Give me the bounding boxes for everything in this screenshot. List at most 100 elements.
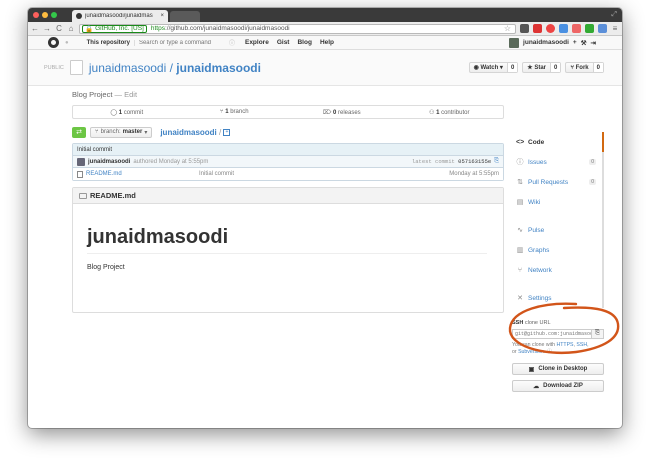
latest-commit-message[interactable]: Initial commit xyxy=(73,144,503,156)
search-input[interactable] xyxy=(138,39,225,46)
sidebar-item-label: Pull Requests xyxy=(528,178,569,186)
tab-close-icon[interactable]: × xyxy=(160,13,164,19)
fork-count[interactable]: 0 xyxy=(592,63,603,72)
nav-help[interactable]: Help xyxy=(320,39,334,46)
sidebar-item-pull-requests[interactable]: ⇅ Pull Requests 0 xyxy=(512,172,602,192)
github-logo-icon[interactable] xyxy=(48,37,59,48)
subversion-link[interactable]: Subversion xyxy=(518,349,544,355)
sidebar-item-network[interactable]: ⑂ Network xyxy=(512,260,602,280)
new-tab-button[interactable] xyxy=(170,11,200,22)
table-row[interactable]: README.md Initial commit Monday at 5:55p… xyxy=(73,168,503,180)
file-name[interactable]: README.md xyxy=(86,171,196,177)
browser-tab[interactable]: junaidmasoodi/junaidmas × xyxy=(72,10,168,22)
issue-icon: ⓘ xyxy=(516,159,524,166)
copy-clipboard-icon[interactable]: ⎘ xyxy=(592,329,604,339)
fork-button[interactable]: ⑂ Fork 0 xyxy=(565,62,604,73)
sidebar-item-graphs[interactable]: ▥ Graphs xyxy=(512,240,602,260)
branches-stat[interactable]: ⑂ 1 branch xyxy=(181,109,289,115)
watch-button[interactable]: ◉ Watch ▾ 0 xyxy=(468,62,519,73)
back-arrow-icon[interactable]: ← xyxy=(31,24,39,33)
breadcrumb-root[interactable]: junaidmasoodi xyxy=(160,128,216,137)
nav-blog[interactable]: Blog xyxy=(297,39,311,46)
code-icon: <> xyxy=(516,138,525,146)
reload-icon[interactable]: C xyxy=(55,24,63,33)
fork-label: Fork xyxy=(575,64,589,71)
bookmark-star-icon[interactable]: ☆ xyxy=(504,24,511,33)
tools-icon[interactable]: ⚒ xyxy=(581,39,587,47)
repo-name-link[interactable]: junaidmasoodi xyxy=(176,61,261,75)
extension-green-icon[interactable] xyxy=(585,24,594,33)
branch-selector[interactable]: ⑂ branch: master ▾ xyxy=(90,126,153,138)
nav-gist[interactable]: Gist xyxy=(277,39,290,46)
sha-value[interactable]: 057163155e xyxy=(458,158,491,165)
clone-url-input[interactable] xyxy=(512,329,592,339)
desktop-icon: ▣ xyxy=(528,366,535,373)
close-window-icon[interactable] xyxy=(33,12,39,18)
fullscreen-icon[interactable]: ⤢ xyxy=(611,11,617,19)
file-commit-message[interactable]: Initial commit xyxy=(199,171,446,177)
avatar[interactable] xyxy=(509,37,520,48)
commit-author[interactable]: junaidmasoodi xyxy=(88,159,130,165)
clone-in-desktop-button[interactable]: ▣ Clone in Desktop xyxy=(512,363,604,375)
username[interactable]: junaidmasoodi xyxy=(523,39,569,46)
star-count[interactable]: 0 xyxy=(550,63,561,72)
help-icon[interactable]: ⓘ xyxy=(547,349,552,355)
ssh-label[interactable]: SSH xyxy=(512,320,523,326)
repo-description: Blog Project — Edit xyxy=(72,90,504,102)
extension-mic-icon[interactable] xyxy=(559,24,568,33)
ssh-link[interactable]: SSH xyxy=(576,342,587,348)
sign-out-icon[interactable]: ⇥ xyxy=(591,39,596,47)
readme-title: README.md xyxy=(90,191,136,200)
edit-description-link[interactable]: — Edit xyxy=(115,90,138,99)
repo-content: Blog Project — Edit ◯ 1 commit ⑂ 1 branc… xyxy=(72,88,504,313)
repo-header: PUBLIC junaidmasoodi / junaidmasoodi ◉ W… xyxy=(28,50,622,86)
repo-actions: ◉ Watch ▾ 0 ★ Star 0 ⑂ Fork 0 xyxy=(468,62,604,73)
readme-paragraph: Blog Project xyxy=(87,264,125,271)
download-zip-label: Download ZIP xyxy=(543,383,583,389)
clone-note-comma: , xyxy=(587,342,589,348)
watch-count[interactable]: 0 xyxy=(506,63,518,72)
compare-button[interactable]: ⇄ xyxy=(72,126,86,138)
sha-label: latest commit xyxy=(411,158,455,165)
menu-icon[interactable]: ≡ xyxy=(611,24,619,33)
zoom-window-icon[interactable] xyxy=(51,12,57,18)
star-button[interactable]: ★ Star 0 xyxy=(522,62,562,73)
window-controls xyxy=(33,12,57,18)
sidebar-item-issues[interactable]: ⓘ Issues 0 xyxy=(512,152,602,172)
download-zip-button[interactable]: ☁ Download ZIP xyxy=(512,380,604,392)
releases-stat[interactable]: ⌦ 0 releases xyxy=(288,109,396,116)
clone-note-prefix: You can clone with xyxy=(512,342,557,348)
home-icon[interactable]: ⌂ xyxy=(67,24,75,33)
repo-owner-link[interactable]: junaidmasoodi xyxy=(89,61,166,75)
nav-explore[interactable]: Explore xyxy=(245,39,269,46)
sidebar-item-pulse[interactable]: ∿ Pulse xyxy=(512,220,602,240)
ssl-label: GitHub, Inc. [US] xyxy=(95,25,144,32)
sidebar-item-code[interactable]: <> Code xyxy=(512,132,604,152)
https-link[interactable]: HTTPS xyxy=(557,342,574,348)
copy-sha-icon[interactable]: ⎘ xyxy=(494,158,499,165)
commits-stat[interactable]: ◯ 1 commit xyxy=(73,109,181,116)
file-navigation: ⇄ ⑂ branch: master ▾ junaidmasoodi / + xyxy=(72,125,504,139)
graph-icon: ▥ xyxy=(516,247,524,254)
extension-doc-icon[interactable] xyxy=(572,24,581,33)
new-file-icon[interactable]: + xyxy=(223,128,231,136)
commit-author-avatar[interactable] xyxy=(77,157,85,166)
create-new-button[interactable]: + xyxy=(573,39,577,46)
url-bar[interactable]: 🔒 GitHub, Inc. [US] https://github.com/j… xyxy=(79,23,516,34)
ssl-badge[interactable]: 🔒 GitHub, Inc. [US] xyxy=(82,24,147,33)
file-age: Monday at 5:55pm xyxy=(449,171,499,177)
download-cloud-icon: ☁ xyxy=(533,383,540,390)
extension-badge-icon[interactable] xyxy=(533,24,542,33)
minimize-window-icon[interactable] xyxy=(42,12,48,18)
forward-arrow-icon[interactable]: → xyxy=(43,24,51,33)
sidebar-item-settings[interactable]: ✕ Settings xyxy=(512,288,602,308)
extension-blue-icon[interactable] xyxy=(598,24,607,33)
contributors-stat[interactable]: ⚇ 1 contributor xyxy=(396,109,504,116)
extension-gear-icon[interactable] xyxy=(520,24,529,33)
search-help-icon[interactable]: ⓘ xyxy=(229,38,235,47)
sidebar-item-wiki[interactable]: ▤ Wiki xyxy=(512,192,602,212)
extension-opera-icon[interactable] xyxy=(546,24,555,33)
clone-note: You can clone with HTTPS, SSH, or Subver… xyxy=(512,342,589,355)
search-scope[interactable]: This repository xyxy=(83,39,135,46)
